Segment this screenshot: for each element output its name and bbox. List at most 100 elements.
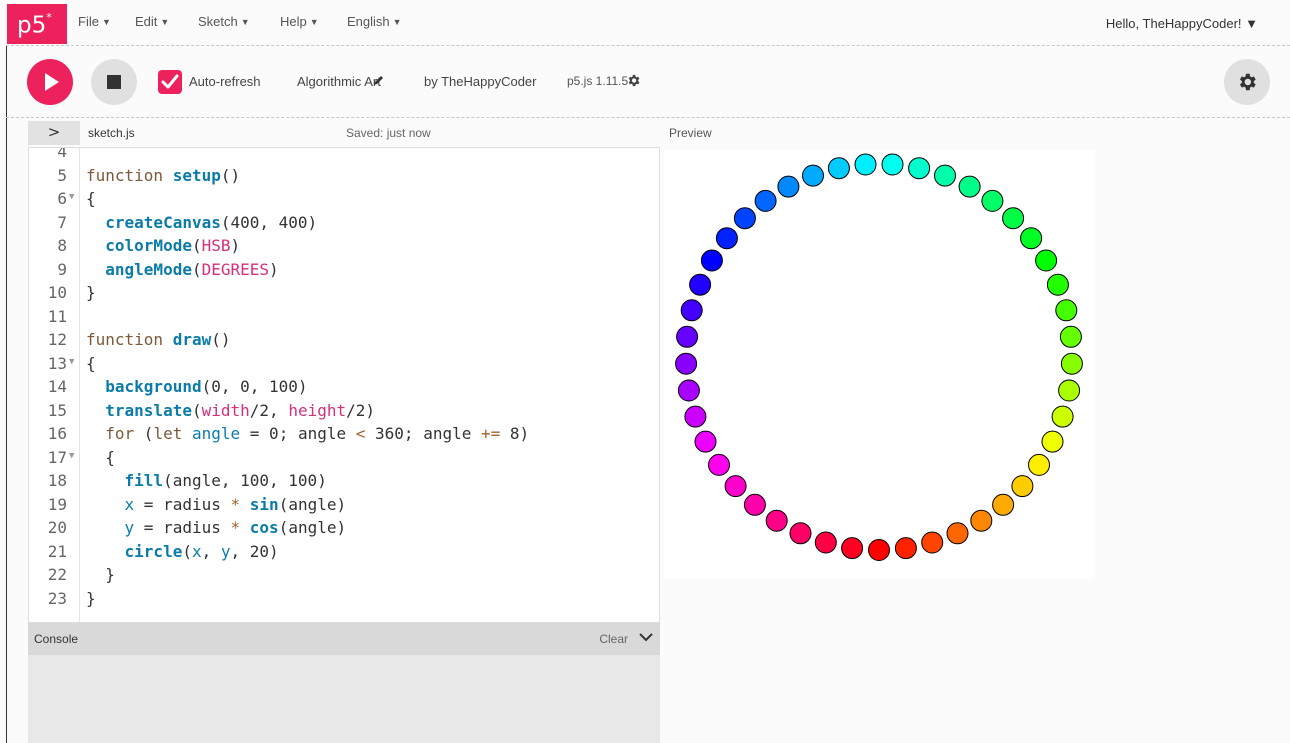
code-line[interactable]: 9 angleMode(DEGREES) — [29, 258, 659, 282]
code-text: } — [86, 565, 115, 584]
stop-icon — [107, 75, 121, 89]
hue-circle — [1020, 227, 1043, 250]
code-line[interactable]: 20 y = radius * cos(angle) — [29, 516, 659, 540]
save-status: Saved: just now — [346, 126, 431, 140]
line-number: 13 — [47, 353, 67, 373]
hue-circle — [684, 405, 707, 428]
code-line[interactable]: 18 fill(angle, 100, 100) — [29, 469, 659, 493]
play-button[interactable] — [27, 59, 73, 105]
fold-arrow-icon[interactable]: ▼ — [69, 186, 74, 210]
fold-arrow-icon[interactable]: ▼ — [69, 445, 74, 469]
code-text: background(0, 0, 100) — [105, 377, 308, 396]
hue-circle — [827, 157, 850, 180]
code-line[interactable]: 22 } — [29, 563, 659, 587]
hue-circle — [676, 325, 699, 348]
line-number: 11 — [47, 306, 67, 326]
preview-label: Preview — [669, 126, 712, 140]
line-number: 10 — [47, 283, 67, 302]
code-text: { — [86, 353, 96, 373]
code-text: y = radius * cos(angle) — [124, 518, 347, 537]
menu-sketch[interactable]: Sketch ▼ — [198, 14, 250, 29]
hue-circle — [694, 430, 717, 453]
line-number: 6 — [57, 189, 67, 208]
fold-arrow-icon[interactable]: ▼ — [69, 351, 74, 375]
menu-language[interactable]: English ▼ — [347, 14, 402, 29]
hue-circle — [908, 157, 931, 180]
code-text: fill(angle, 100, 100) — [124, 471, 327, 490]
hue-circle — [1035, 249, 1058, 272]
line-number: 18 — [47, 471, 67, 490]
line-number: 16 — [47, 424, 67, 443]
line-number: 14 — [47, 377, 67, 396]
project-owner[interactable]: by TheHappyCoder — [424, 74, 537, 89]
code-line[interactable]: 17 ▼ { — [29, 446, 659, 470]
hue-circle — [868, 539, 890, 561]
auto-refresh-label[interactable]: Auto-refresh — [189, 74, 261, 89]
code-line[interactable]: 6 ▼ { — [29, 187, 659, 211]
code-line[interactable]: 4 — [29, 147, 659, 164]
user-menu[interactable]: Hello, TheHappyCoder! ▼ — [1106, 16, 1258, 31]
code-text: for (let angle = 0; angle < 360; angle +… — [105, 424, 530, 443]
menu-help[interactable]: Help ▼ — [280, 14, 319, 29]
hue-circle — [1002, 207, 1025, 230]
preview-canvas[interactable] — [664, 150, 1094, 579]
collapse-sidebar-button[interactable]: > — [28, 121, 80, 145]
code-text: circle(x, y, 20) — [124, 541, 279, 561]
code-text: x = radius * sin(angle) — [124, 494, 347, 514]
code-text: { — [86, 189, 96, 208]
code-line[interactable]: 14 background(0, 0, 100) — [29, 375, 659, 399]
hue-circle — [1060, 352, 1083, 375]
code-line[interactable]: 13 ▼ { — [29, 352, 659, 376]
code-line[interactable]: 21 circle(x, y, 20) — [29, 540, 659, 564]
code-text: { — [86, 447, 115, 467]
code-line[interactable]: 5 function setup() — [29, 164, 659, 188]
caret-down-icon: ▼ — [160, 17, 170, 27]
p5-version[interactable]: p5.js 1.11.5 — [567, 74, 628, 88]
code-line[interactable]: 11 — [29, 305, 659, 329]
line-number: 4 — [57, 147, 67, 161]
hue-circle — [1041, 430, 1064, 453]
caret-down-icon: ▼ — [240, 17, 250, 27]
console-output[interactable] — [28, 655, 660, 743]
line-number: 7 — [57, 212, 67, 232]
code-line[interactable]: 15 translate(width/2, height/2) — [29, 399, 659, 423]
project-name[interactable]: Algorithmic Art — [297, 74, 381, 89]
code-line[interactable]: 7 createCanvas(400, 400) — [29, 211, 659, 235]
menu-edit[interactable]: Edit ▼ — [135, 14, 169, 29]
hue-circle — [934, 164, 956, 187]
hue-circle — [921, 531, 944, 554]
chevron-down-icon[interactable] — [638, 629, 654, 650]
code-line[interactable]: 16 for (let angle = 0; angle < 360; angl… — [29, 422, 659, 446]
pencil-icon[interactable] — [372, 74, 385, 90]
file-tab-sketch[interactable]: sketch.js — [88, 126, 135, 140]
line-number: 8 — [57, 236, 67, 255]
hue-circle — [802, 164, 824, 187]
p5-logo[interactable]: p5* — [7, 4, 67, 44]
console-header: Console Clear — [28, 623, 660, 655]
code-line[interactable]: 12 function draw() — [29, 328, 659, 352]
stop-button[interactable] — [91, 59, 137, 105]
hue-circle — [789, 522, 812, 545]
menu-file[interactable]: File ▼ — [78, 14, 111, 29]
hue-circle — [777, 175, 800, 198]
settings-button[interactable] — [1224, 59, 1270, 105]
code-text: } — [86, 588, 96, 608]
code-line[interactable]: 10} — [29, 281, 659, 305]
line-number: 22 — [47, 565, 67, 584]
version-gear-icon[interactable] — [626, 73, 641, 93]
hue-circle — [733, 207, 756, 230]
line-number: 12 — [47, 330, 67, 349]
console-title: Console — [34, 632, 79, 646]
hue-circle — [677, 379, 700, 402]
auto-refresh-checkbox[interactable] — [158, 70, 182, 94]
code-text: translate(width/2, height/2) — [105, 400, 376, 420]
code-editor[interactable]: 4 5 function setup() 6 ▼{7 createCanvas(400,… — [28, 147, 660, 623]
code-line[interactable]: 23} — [29, 587, 659, 611]
hue-circle — [881, 153, 904, 176]
code-line[interactable]: 8 colorMode(HSB) — [29, 234, 659, 258]
code-text: angleMode(DEGREES) — [105, 259, 279, 279]
code-line[interactable]: 19 x = radius * sin(angle) — [29, 493, 659, 517]
toolbar: Auto-refresh Algorithmic Art by TheHappy… — [6, 46, 1290, 118]
console-clear-button[interactable]: Clear — [599, 632, 628, 646]
hue-circle — [680, 299, 703, 322]
